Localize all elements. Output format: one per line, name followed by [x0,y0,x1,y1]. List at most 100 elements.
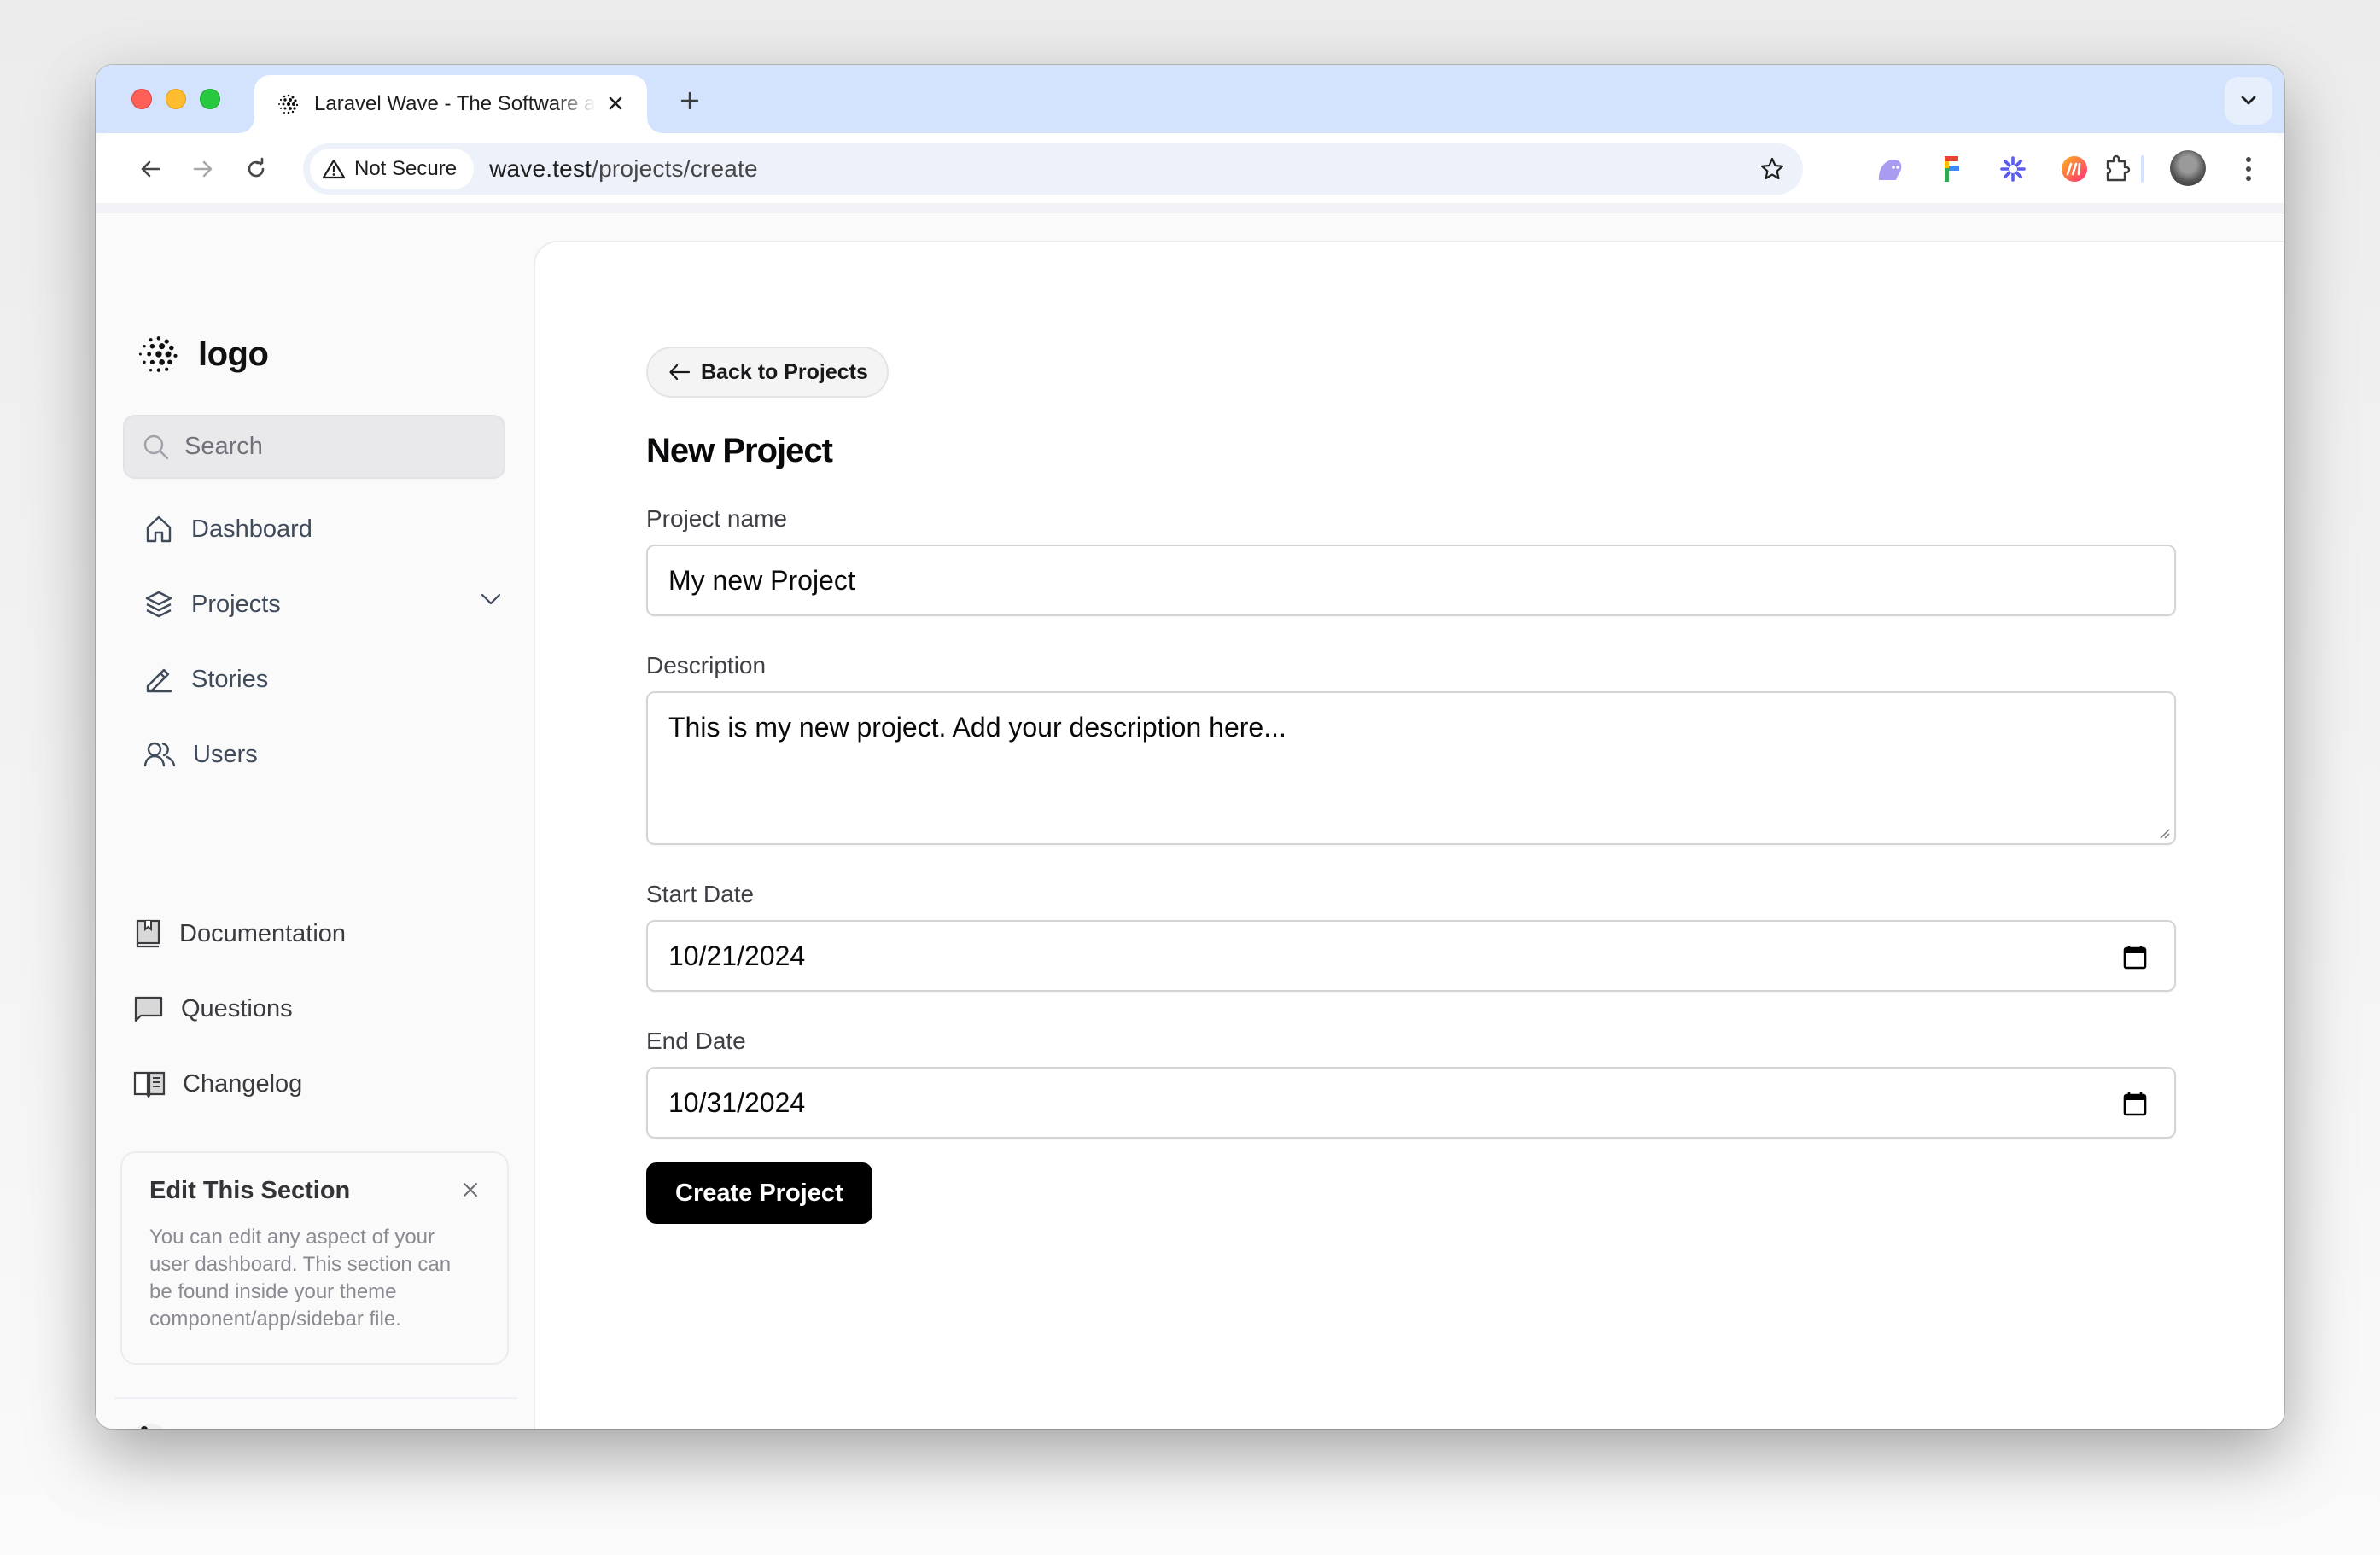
menu-dot [2246,157,2251,162]
resize-handle-icon[interactable] [2157,826,2171,840]
edit-card-title: Edit This Section [149,1177,351,1204]
snowflake-extension-button[interactable] [1994,150,2032,188]
back-to-projects-button[interactable]: Back to Projects [646,347,889,398]
sidebar-item-label: Projects [191,590,281,618]
security-label: Not Secure [354,157,458,180]
forward-nav-button[interactable] [184,150,222,188]
sidebar-item-label: Documentation [179,919,347,947]
logo-text: logo [198,335,269,373]
address-bar[interactable]: Not Secure wave.test/projects/create [303,143,1803,195]
ghost-icon [1878,160,1902,180]
sidebar-item-label: Stories [191,665,269,693]
create-project-button[interactable]: Create Project [646,1162,872,1224]
browser-menu-button[interactable] [2230,150,2267,188]
sidebar-search[interactable] [123,415,505,479]
end-date-field[interactable] [646,1067,2176,1139]
sidebar-item-stories[interactable]: Stories [143,654,502,705]
calendar-icon[interactable] [2123,944,2147,970]
close-icon[interactable] [459,1179,481,1201]
home-icon [146,515,172,543]
figma-extension-button[interactable] [1933,150,1970,188]
pencil-icon [146,668,172,693]
app-sidebar: logo Dashboard Projects Stories Users Do… [96,214,534,1429]
description-textarea[interactable]: This is my new project. Add your descrip… [668,712,2154,823]
plus-icon [680,91,699,110]
maximize-window-button[interactable] [200,89,220,109]
chevron-down-icon [2241,96,2256,105]
minimize-window-button[interactable] [166,89,186,109]
book-icon [136,919,160,948]
open-book-icon [133,1071,166,1098]
search-input[interactable] [184,433,492,461]
app-logo[interactable]: logo [133,330,269,378]
back-button-label: Back to Projects [701,359,868,384]
start-date-label: Start Date [646,881,755,907]
make-extension-button[interactable] [2056,150,2093,188]
puzzle-icon [2106,154,2131,182]
new-tab-button[interactable] [673,84,707,118]
menu-dot [2246,176,2251,181]
dotted-globe-logo-icon [138,336,178,372]
f-logo-icon [1945,156,1959,182]
extensions-button[interactable] [2098,150,2136,188]
tab-title: Laravel Wave - The Software as a Service… [314,92,596,115]
sidebar-item-questions[interactable]: Questions [133,983,492,1034]
users-icon [143,742,176,767]
sidebar-item-label: Dashboard [191,515,312,543]
user-menu-button[interactable]: Wave Admin [128,1419,504,1429]
browser-window: Laravel Wave - The Software as a Service… [96,65,2284,1429]
sidebar-item-label: Changelog [183,1069,303,1098]
project-name-label: Project name [646,505,787,532]
profile-avatar-button[interactable] [2170,150,2206,186]
url-text[interactable]: wave.test/projects/create [489,155,758,183]
sidebar-item-projects[interactable]: Projects [143,579,502,630]
sidebar-item-dashboard[interactable]: Dashboard [143,504,502,555]
toolbar-bottom-strip [96,203,2284,213]
browser-toolbar: Not Secure wave.test/projects/create [96,133,2284,203]
sidebar-item-label: Questions [181,994,293,1022]
search-icon [143,434,169,459]
back-nav-button[interactable] [131,150,169,188]
sidebar-item-users[interactable]: Users [143,729,502,780]
sidebar-divider [114,1397,517,1399]
wave-favicon-icon [277,93,299,115]
start-date-field[interactable] [646,920,2176,992]
arrow-left-icon [141,160,160,178]
start-date-input[interactable] [668,940,2154,972]
sidebar-item-changelog[interactable]: Changelog [133,1058,492,1109]
reload-button[interactable] [237,150,275,188]
browser-tab-active[interactable]: Laravel Wave - The Software as a Service… [254,75,647,133]
star-icon [1760,157,1784,180]
chevron-down-icon[interactable] [480,592,502,606]
main-content: Back to Projects New Project Project nam… [534,241,2284,1429]
bookmark-star-button[interactable] [1755,152,1789,186]
layers-icon [145,591,172,618]
ghost-extension-button[interactable] [1871,150,1909,188]
page-title: New Project [646,432,833,469]
end-date-input[interactable] [668,1086,2154,1119]
reload-icon [248,157,265,178]
chat-bubble-icon [134,996,163,1022]
asterisk-icon [2000,156,2026,182]
user-avatar-icon [135,1424,164,1429]
edit-card-body: You can edit any aspect of your user das… [149,1226,452,1331]
calendar-icon[interactable] [2123,1091,2147,1116]
arrow-left-icon [669,364,691,381]
tab-search-button[interactable] [2225,77,2272,125]
description-label: Description [646,652,767,678]
warning-triangle-icon [322,159,346,179]
make-logo-icon [2062,156,2087,182]
end-date-label: End Date [646,1028,746,1054]
tab-bar: Laravel Wave - The Software as a Service… [96,65,2284,133]
sidebar-item-documentation[interactable]: Documentation [133,908,492,959]
close-tab-icon[interactable] [603,90,628,116]
url-host: wave.test [489,155,592,182]
avatar [128,1424,171,1429]
project-name-field[interactable] [646,545,2176,616]
security-indicator[interactable]: Not Secure [310,149,475,189]
project-name-input[interactable] [668,564,2154,597]
close-window-button[interactable] [131,89,152,109]
sidebar-item-label: Users [193,740,258,768]
description-field[interactable]: This is my new project. Add your descrip… [646,691,2176,845]
arrow-right-icon [193,160,213,178]
